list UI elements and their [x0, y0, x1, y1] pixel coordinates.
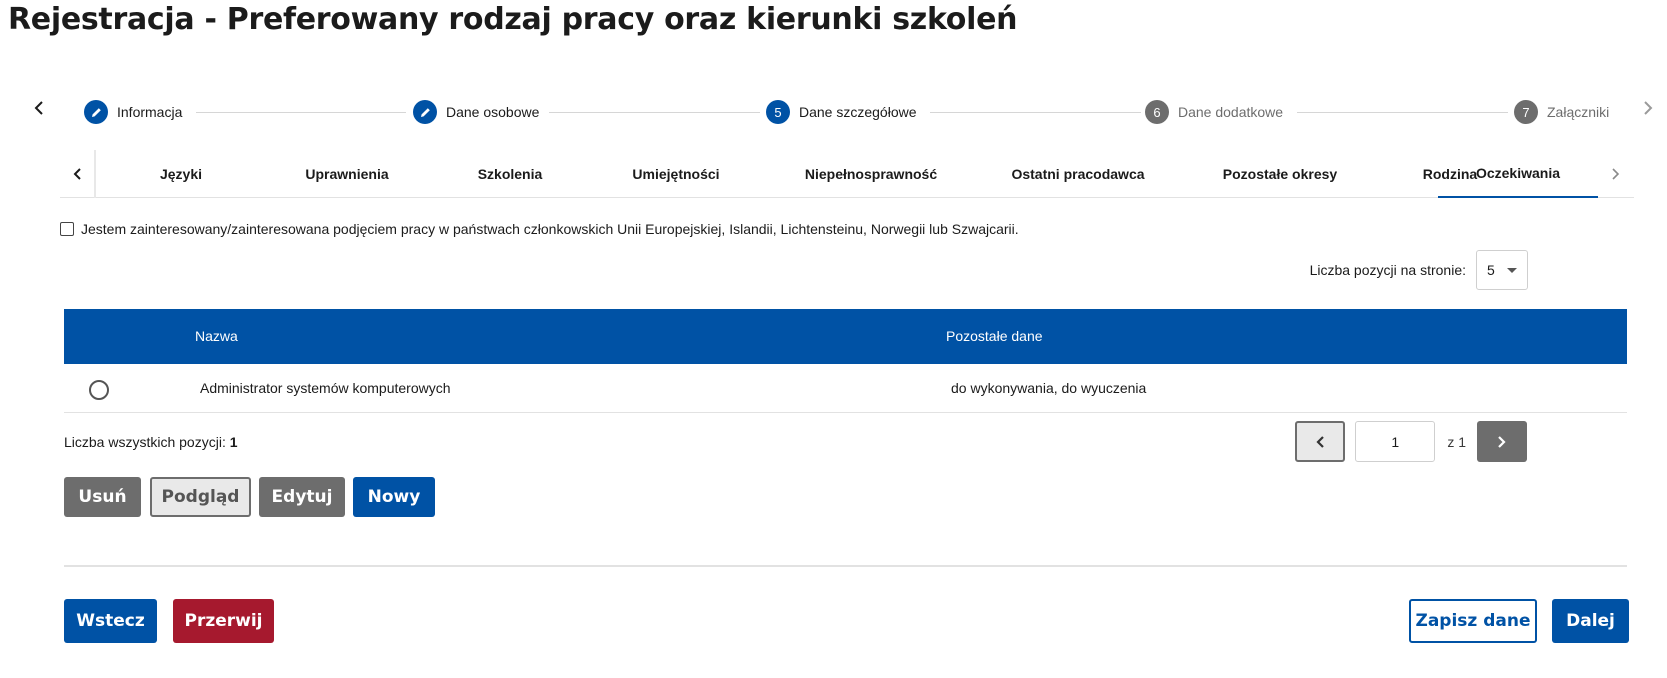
abort-button[interactable]: Przerwij [173, 599, 274, 643]
page-size-value: 5 [1487, 262, 1495, 278]
eu-work-checkbox[interactable] [60, 222, 74, 236]
page-size-label: Liczba pozycji na stronie: [1309, 262, 1466, 278]
row-name: Administrator systemów komputerowych [200, 380, 451, 396]
new-button[interactable]: Nowy [353, 477, 435, 517]
tab-szkolenia[interactable]: Szkolenia [445, 150, 575, 198]
step-label: Dane osobowe [446, 104, 540, 120]
step-label: Informacja [117, 104, 183, 120]
step-connector [1297, 112, 1508, 113]
pencil-icon [413, 100, 437, 124]
column-header-pozostale-dane: Pozostałe dane [946, 328, 1043, 344]
tab-niepelnosprawnosc[interactable]: Niepełnosprawność [778, 150, 964, 198]
chevron-right-icon [1612, 168, 1620, 180]
table-header: Nazwa Pozostałe dane [64, 309, 1627, 364]
tab-pozostale-okresy[interactable]: Pozostałe okresy [1190, 150, 1370, 198]
total-value: 1 [229, 434, 238, 450]
pager-next-button[interactable] [1477, 421, 1527, 462]
table-row[interactable]: Administrator systemów komputerowych do … [64, 364, 1627, 413]
caret-down-icon [1507, 267, 1517, 273]
step-number: 5 [766, 100, 790, 124]
step-connector [549, 112, 760, 113]
page-number-input[interactable]: 1 [1355, 421, 1436, 462]
edit-button[interactable]: Edytuj [259, 477, 345, 517]
tab-umiejetnosci[interactable]: Umiejętności [595, 150, 757, 198]
step-label: Dane dodatkowe [1178, 104, 1284, 120]
step-informacja[interactable]: Informacja [84, 100, 182, 124]
step-connector [196, 112, 406, 113]
row-other-data: do wykonywania, do wyuczenia [951, 380, 1147, 396]
save-button[interactable]: Zapisz dane [1409, 599, 1537, 643]
step-label: Załączniki [1547, 104, 1610, 120]
tab-uprawnienia[interactable]: Uprawnienia [272, 150, 422, 198]
tab-jezyki[interactable]: Języki [126, 150, 236, 198]
step-number: 7 [1514, 100, 1538, 124]
stepper-next-button[interactable] [1642, 100, 1654, 116]
tabs-prev-button[interactable] [60, 150, 96, 198]
page-title: Rejestracja - Preferowany rodzaj pracy o… [8, 2, 1018, 37]
chevron-right-icon [1498, 435, 1506, 448]
step-dane-osobowe[interactable]: Dane osobowe [413, 100, 539, 124]
chevron-right-icon [1644, 101, 1653, 115]
chevron-left-icon [73, 168, 81, 180]
page-count: z 1 [1447, 433, 1466, 450]
back-button[interactable]: Wstecz [64, 599, 157, 643]
step-number: 6 [1145, 100, 1169, 124]
tab-oczekiwania[interactable]: Oczekiwania [1438, 150, 1598, 198]
step-label: Dane szczegółowe [799, 104, 917, 120]
delete-button[interactable]: Usuń [64, 477, 141, 517]
step-connector [930, 112, 1141, 113]
expectations-table: Nazwa Pozostałe dane Administrator syste… [64, 309, 1627, 413]
pagination: 1 z 1 [1295, 421, 1527, 462]
tab-ostatni-pracodawca[interactable]: Ostatni pracodawca [983, 150, 1173, 198]
step-zalaczniki: 7 Załączniki [1514, 100, 1609, 124]
chevron-left-icon [34, 101, 43, 115]
eu-work-consent[interactable]: Jestem zainteresowany/zainteresowana pod… [60, 221, 1019, 237]
tabs-next-button[interactable] [1598, 150, 1634, 198]
next-button[interactable]: Dalej [1552, 599, 1629, 643]
section-divider [64, 565, 1627, 567]
preview-button[interactable]: Podgląd [150, 477, 251, 517]
chevron-left-icon [1316, 435, 1325, 448]
column-header-nazwa: Nazwa [195, 328, 238, 344]
pencil-icon [84, 100, 108, 124]
row-select-radio[interactable] [89, 380, 109, 400]
step-dane-dodatkowe: 6 Dane dodatkowe [1145, 100, 1283, 124]
pager-prev-button[interactable] [1295, 421, 1346, 462]
page-size-control: Liczba pozycji na stronie: 5 [1310, 250, 1528, 290]
stepper-prev-button[interactable] [33, 100, 45, 116]
eu-work-label: Jestem zainteresowany/zainteresowana pod… [81, 221, 1019, 237]
section-tabs: Języki Uprawnienia Szkolenia Umiejętnośc… [60, 150, 1634, 198]
total-count: Liczba wszystkich pozycji: 1 [64, 434, 238, 450]
registration-stepper: Informacja Dane osobowe 5 Dane szczegóło… [0, 90, 1667, 134]
page-size-select[interactable]: 5 [1476, 250, 1528, 290]
step-dane-szczegolowe[interactable]: 5 Dane szczegółowe [766, 100, 917, 124]
total-label: Liczba wszystkich pozycji: [64, 434, 226, 450]
